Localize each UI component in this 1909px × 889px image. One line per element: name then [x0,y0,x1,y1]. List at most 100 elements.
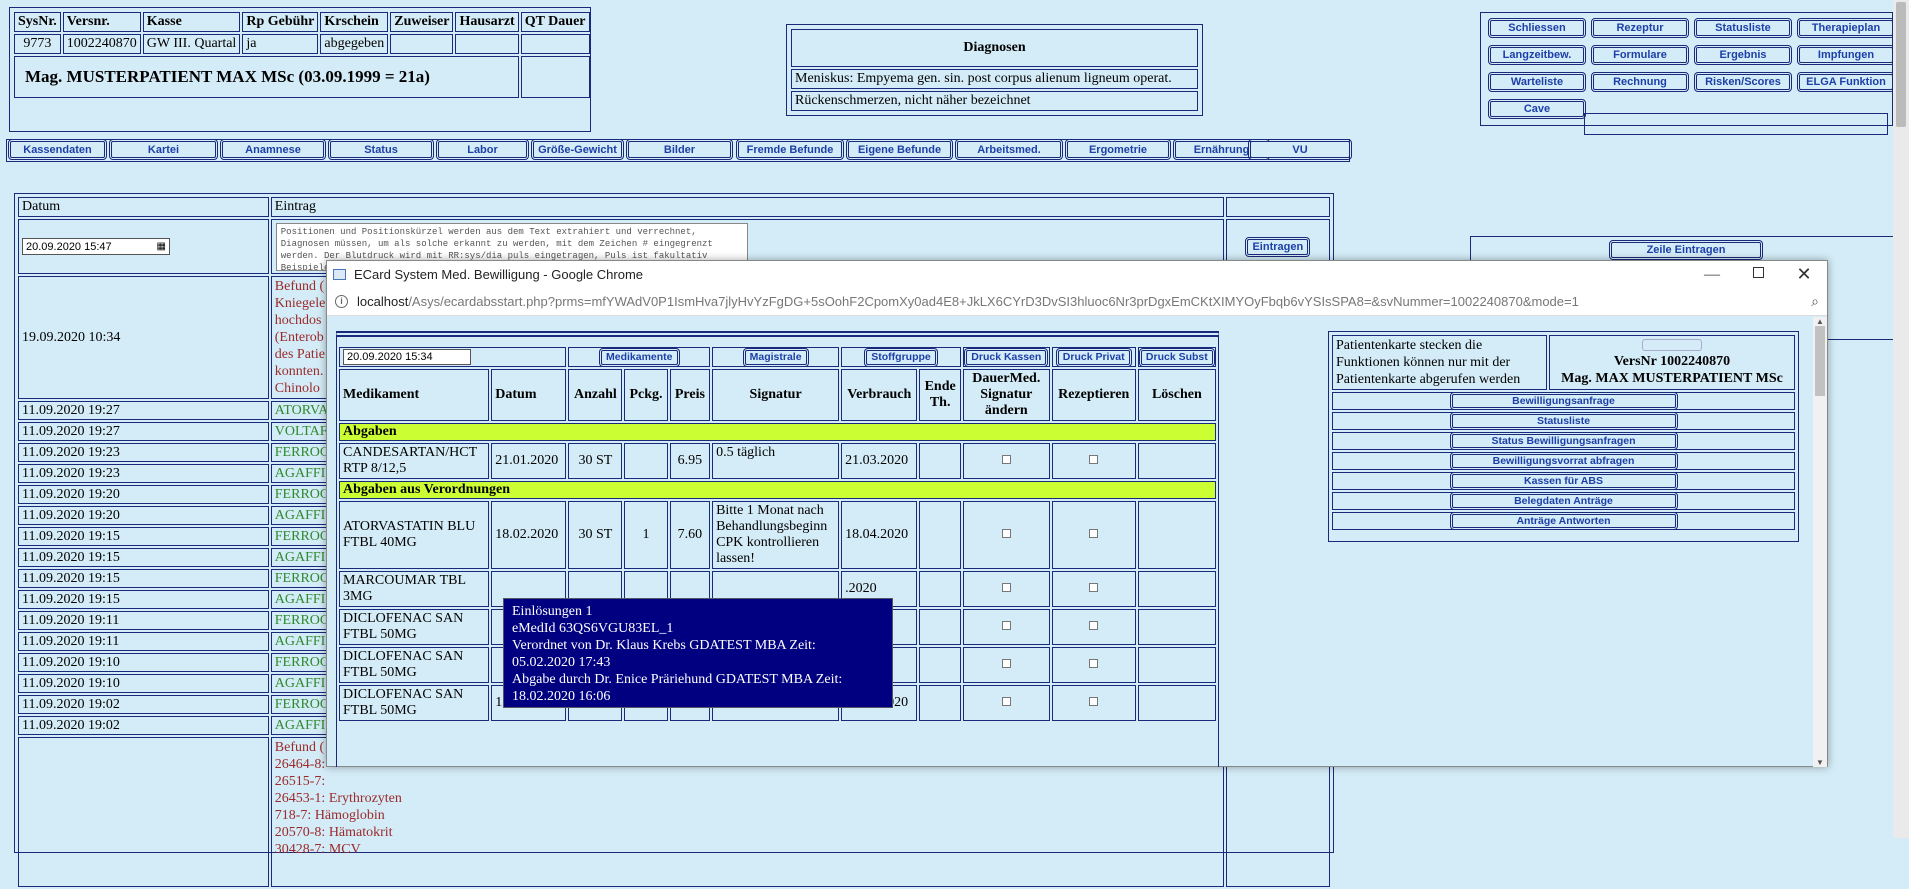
tab-arbeitsmed-[interactable]: Arbeitsmed. [955,139,1063,160]
info-icon[interactable]: i [335,295,348,308]
med-magistrale-button[interactable]: Magistrale [742,347,809,367]
tab-fremde-befunde[interactable]: Fremde Befunde [736,139,844,160]
entry-date: 11.09.2020 19:15 [18,569,269,588]
patient-col-value: 9773 [14,34,61,54]
med-cell-datum: 21.01.2020 [491,443,567,479]
fn-button-rechnung[interactable]: Rechnung [1591,72,1689,92]
col-datum-header: Datum [18,197,269,217]
fn-button-therapieplan[interactable]: Therapieplan [1797,18,1895,38]
tab-labor[interactable]: Labor [436,139,529,160]
address-bar[interactable]: i localhost/Asys/ecardabsstart.php?prms=… [327,288,1827,316]
fn-button-schliessen[interactable]: Schliessen [1488,18,1586,38]
eintragen-button[interactable]: Eintragen [1245,236,1311,257]
fn-button-risken-scores[interactable]: Risken/Scores [1694,72,1792,92]
med-cell-preis: 6.95 [669,443,711,479]
rezeptieren-checkbox[interactable] [1089,583,1099,592]
dauermed-checkbox[interactable] [1001,659,1011,668]
entry-line: 20570-8: Hämatokrit [274,825,393,840]
card-bewilligungsvorrat-abfragen-button[interactable]: Bewilligungsvorrat abfragen [1449,452,1678,470]
med-druck-kassen-button[interactable]: Druck Kassen [964,347,1049,367]
dauermed-checkbox[interactable] [1001,621,1011,630]
entry-date: 11.09.2020 19:11 [18,632,269,651]
diagnosen-title: Diagnosen [791,29,1198,67]
app-icon [333,269,346,280]
patient-name: Mag. MUSTERPATIENT MAX MSc (03.09.1999 =… [14,56,519,98]
tab-vu[interactable]: VU [1248,139,1352,160]
diagnose-item[interactable]: Rückenschmerzen, nicht näher bezeichnet [791,91,1198,111]
zoom-icon[interactable]: ⌕ [1811,293,1819,310]
rezeptieren-checkbox[interactable] [1089,529,1099,538]
fn-button-warteliste[interactable]: Warteliste [1488,72,1586,92]
tab-ergometrie[interactable]: Ergometrie [1065,139,1171,160]
fn-button-cave[interactable]: Cave [1488,99,1586,119]
card-status-bewilligungsanfragen-button[interactable]: Status Bewilligungsanfragen [1449,432,1678,450]
dauermed-checkbox[interactable] [1001,697,1011,706]
patient-col-value [390,34,454,54]
rezeptieren-checkbox[interactable] [1089,621,1099,630]
med-stoffgruppe-button[interactable]: Stoffgruppe [864,347,938,367]
patient-col-header: QT Dauer [520,12,590,32]
fn-button-langzeitbew-[interactable]: Langzeitbew. [1488,45,1586,65]
tab-eigene-befunde[interactable]: Eigene Befunde [846,139,953,160]
fn-button-rezeptur[interactable]: Rezeptur [1591,18,1689,38]
med-cell-med: DICLOFENAC SAN FTBL 50MG [339,647,490,683]
maximize-icon[interactable] [1735,266,1781,283]
patient-col-value: abgegeben [320,34,389,54]
rezeptieren-checkbox[interactable] [1089,697,1099,706]
card-bewilligungsanfrage-button[interactable]: Bewilligungsanfrage [1449,392,1678,410]
close-icon[interactable]: ✕ [1781,264,1827,285]
diagnose-item[interactable]: Meniskus: Empyema gen. sin. post corpus … [791,69,1198,89]
med-col-header: Löschen [1137,369,1216,421]
popup-scrollbar[interactable]: ▲ ▼ [1813,317,1827,767]
tab-status[interactable]: Status [328,139,434,160]
calendar-icon[interactable]: ▦ [157,241,166,252]
med-cell-med: ATORVASTATIN BLU FTBL 40MG [339,501,490,569]
tab-bilder[interactable]: Bilder [626,139,733,160]
fn-button-ergebnis[interactable]: Ergebnis [1694,45,1792,65]
page-scrollbar[interactable] [1893,0,1909,838]
patient-col-value [455,34,519,54]
entry-date: 11.09.2020 19:23 [18,464,269,483]
fn-button-formulare[interactable]: Formulare [1591,45,1689,65]
patient-col-value: 1002240870 [62,34,141,54]
rezeptieren-checkbox[interactable] [1089,455,1099,464]
med-cell-med: MARCOUMAR TBL 3MG [339,571,490,607]
card-belegdaten-anträge-button[interactable]: Belegdaten Anträge [1449,492,1678,510]
entry-date: 11.09.2020 19:20 [18,485,269,504]
med-cell-verbrauch: 21.03.2020 [841,443,918,479]
tooltip-line: 05.02.2020 17:43 [512,655,611,670]
card-anträge-antworten-button[interactable]: Anträge Antworten [1449,512,1678,530]
med-date-input[interactable]: 20.09.2020 15:34 [343,349,471,365]
med-col-header: Medikament [339,369,490,421]
patient-header: SysNr. Versnr. Kasse Rp Gebühr Krschein Zuwei… [9,7,591,132]
dauermed-checkbox[interactable] [1001,583,1011,592]
entry-date: 11.09.2020 19:23 [18,443,269,462]
med-row[interactable]: CANDESARTAN/HCT RTP 8/12,5 21.01.2020 30 S… [339,443,1216,479]
tab-größe-gewicht[interactable]: Größe-Gewicht [531,139,624,160]
card-panel: Patientenkarte stecken die Funktionen kö… [1328,331,1799,542]
med-cell-med: DICLOFENAC SAN FTBL 50MG [339,685,490,721]
tab-kassendaten[interactable]: Kassendaten [8,139,107,160]
fn-button-impfungen[interactable]: Impfungen [1797,45,1895,65]
med-druck-subst-button[interactable]: Druck Subst [1138,347,1215,367]
med-druck-privat-button[interactable]: Druck Privat [1055,347,1132,367]
dauermed-checkbox[interactable] [1001,529,1011,538]
fn-button-statusliste[interactable]: Statusliste [1694,18,1792,38]
card-kassen-für-abs-button[interactable]: Kassen für ABS [1449,472,1678,490]
med-medikamente-button[interactable]: Medikamente [599,347,680,367]
fn-button-elga-funktion[interactable]: ELGA Funktion [1797,72,1895,92]
dauermed-checkbox[interactable] [1001,455,1011,464]
patient-col-header: Kasse [142,12,241,32]
card-statusliste-button[interactable]: Statusliste [1449,412,1678,430]
med-row[interactable]: ATORVASTATIN BLU FTBL 40MG 18.02.2020 30 S… [339,501,1216,569]
entry-date-input[interactable]: 20.09.2020 15:47 ▦ [22,238,170,255]
minimize-icon[interactable]: — [1689,266,1735,284]
zeile-eintragen-button[interactable]: Zeile Eintragen [1609,240,1763,260]
rezeptieren-checkbox[interactable] [1089,659,1099,668]
tab-kartei[interactable]: Kartei [109,139,218,160]
scroll-down-icon[interactable]: ▼ [1813,758,1827,767]
scroll-up-icon[interactable]: ▲ [1813,317,1827,326]
patient-col-header: Versnr. [62,12,141,32]
tab-anamnese[interactable]: Anamnese [220,139,326,160]
emed-tooltip: Einlösungen 1 eMedId 63QS6VGU83EL_1 Verord… [503,598,893,708]
